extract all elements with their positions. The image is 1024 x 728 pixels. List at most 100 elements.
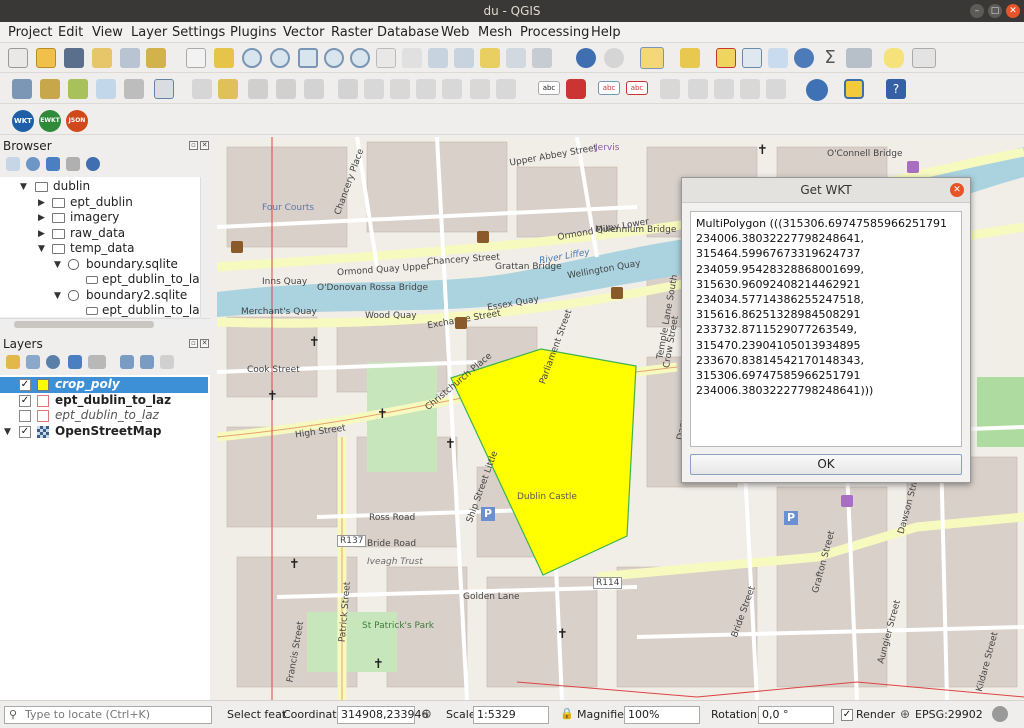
browser-hscroll-handle[interactable] (14, 321, 154, 328)
layer-symbol-swatch[interactable] (37, 395, 49, 407)
layers-float-button[interactable]: ▫ (189, 339, 198, 348)
add-raster-layer-icon[interactable] (96, 79, 116, 99)
change-diagram-icon[interactable] (766, 79, 786, 99)
redo-icon[interactable] (496, 79, 516, 99)
filter-by-expression-icon[interactable] (88, 355, 106, 369)
maximize-button[interactable]: □ (988, 4, 1002, 18)
show-bookmarks-icon[interactable] (506, 48, 526, 68)
close-window-button[interactable]: ✕ (1006, 4, 1020, 18)
expand-all-icon[interactable] (120, 355, 134, 369)
metasearch-icon[interactable] (806, 79, 828, 101)
json-plugin-icon[interactable]: JSON (66, 110, 88, 132)
menu-plugins[interactable]: Plugins (230, 25, 277, 40)
zoom-layer-icon[interactable] (376, 48, 396, 68)
paste-features-icon[interactable] (442, 79, 462, 99)
menu-mesh[interactable]: Mesh (478, 25, 512, 40)
add-selected-layers-icon[interactable] (6, 157, 20, 171)
menu-project[interactable]: Project (8, 25, 52, 40)
show-hide-labels-icon[interactable] (660, 79, 680, 99)
browser-float-button[interactable]: ▫ (189, 141, 198, 150)
save-edits-icon[interactable] (248, 79, 268, 99)
save-project-icon[interactable] (64, 48, 84, 68)
change-label-icon[interactable] (740, 79, 760, 99)
help-contents-icon[interactable]: ? (886, 79, 906, 99)
zoom-rubberband-icon[interactable] (298, 48, 318, 68)
move-label-icon[interactable] (688, 79, 708, 99)
manage-map-themes-icon[interactable] (46, 355, 60, 369)
add-vector-layer-icon[interactable] (68, 79, 88, 99)
toggle-editing-icon[interactable] (218, 79, 238, 99)
render-checkbox[interactable]: ✓ (841, 709, 853, 721)
pan-to-selection-icon[interactable] (214, 48, 234, 68)
label-toolbar-icon[interactable]: abc (538, 81, 560, 95)
text-annotation-icon[interactable] (912, 48, 936, 68)
coordinate-input[interactable]: 314908,233946 (337, 706, 428, 724)
layer-symbol-swatch[interactable] (37, 410, 49, 422)
zoom-last-icon[interactable] (428, 48, 448, 68)
add-group-icon[interactable] (26, 355, 40, 369)
pin-labels-icon[interactable]: abc (626, 81, 648, 95)
dialog-close-button[interactable]: ✕ (950, 183, 964, 197)
ewkt-plugin-icon[interactable]: EWKT (39, 110, 61, 132)
zoom-native-icon[interactable] (402, 48, 422, 68)
new-bookmark-icon[interactable] (480, 48, 500, 68)
layout-manager-icon[interactable] (120, 48, 140, 68)
crs-button[interactable]: EPSG:29902 (915, 708, 983, 721)
layer-styling-icon[interactable] (6, 355, 20, 369)
browser-horizontal-scrollbar[interactable] (0, 318, 210, 330)
zoom-next-icon[interactable] (454, 48, 474, 68)
magnifier-spinbox[interactable]: 100% (624, 706, 700, 724)
zoom-out-icon[interactable] (270, 48, 290, 68)
identify-features-icon[interactable] (576, 48, 596, 68)
filter-legend-icon[interactable] (68, 355, 82, 369)
select-features-icon[interactable] (640, 47, 664, 69)
zoom-in-icon[interactable] (242, 48, 262, 68)
layer-symbol-swatch[interactable] (37, 379, 49, 391)
layer-checkbox-ept-dublin-to-laz-1[interactable]: ✓ (19, 395, 31, 407)
refresh-icon[interactable] (532, 48, 552, 68)
menu-processing[interactable]: Processing (520, 25, 589, 40)
delete-selected-icon[interactable] (364, 79, 384, 99)
locator-search-input[interactable]: ⚲ Type to locate (Ctrl+K) (4, 706, 212, 724)
digitize-icon[interactable] (154, 79, 174, 99)
cut-features-icon[interactable] (390, 79, 410, 99)
menu-vector[interactable]: Vector (283, 25, 324, 40)
remove-layer-icon[interactable] (160, 355, 174, 369)
python-console-icon[interactable] (844, 79, 864, 99)
menu-edit[interactable]: Edit (58, 25, 83, 40)
ok-button[interactable]: OK (690, 454, 962, 475)
current-edits-icon[interactable] (192, 79, 212, 99)
add-feature-icon[interactable] (276, 79, 296, 99)
collapse-all-layers-icon[interactable] (140, 355, 154, 369)
browser-vertical-scrollbar[interactable] (200, 177, 210, 317)
wkt-text-area[interactable]: MultiPolygon (((315306.69747585966251791… (690, 211, 962, 447)
highlight-pinned-labels-icon[interactable]: abc (598, 81, 620, 95)
zoom-full-icon[interactable] (324, 48, 344, 68)
toggle-extents-icon[interactable]: ⊛ (421, 707, 432, 722)
layers-close-button[interactable]: ✕ (200, 339, 209, 348)
menu-layer[interactable]: Layer (131, 25, 167, 40)
menu-help[interactable]: Help (591, 25, 621, 40)
attribute-table-icon[interactable] (742, 48, 762, 68)
zoom-selection-icon[interactable] (350, 48, 370, 68)
modify-attributes-icon[interactable] (338, 79, 358, 99)
new-geopackage-layer-icon[interactable] (40, 79, 60, 99)
deselect-all-icon[interactable] (716, 48, 736, 68)
map-tips-icon[interactable] (884, 48, 904, 68)
statistical-summary-icon[interactable]: Σ (820, 48, 840, 68)
vertex-tool-icon[interactable] (304, 79, 324, 99)
pan-map-icon[interactable] (186, 48, 206, 68)
messages-icon[interactable] (992, 706, 1008, 722)
browser-refresh-icon[interactable] (26, 157, 40, 171)
lock-scale-icon[interactable]: 🔒 (560, 707, 574, 720)
browser-info-icon[interactable] (86, 157, 100, 171)
wkt-plugin-icon[interactable]: WKT (12, 110, 34, 132)
new-project-icon[interactable] (8, 48, 28, 68)
browser-close-button[interactable]: ✕ (200, 141, 209, 150)
run-feature-action-icon[interactable] (604, 48, 624, 68)
open-project-icon[interactable] (36, 48, 56, 68)
processing-toolbox-icon[interactable] (794, 48, 814, 68)
rotation-spinbox[interactable]: 0,0 ° (758, 706, 834, 724)
menu-database[interactable]: Database (377, 25, 439, 40)
style-manager-icon[interactable] (146, 48, 166, 68)
